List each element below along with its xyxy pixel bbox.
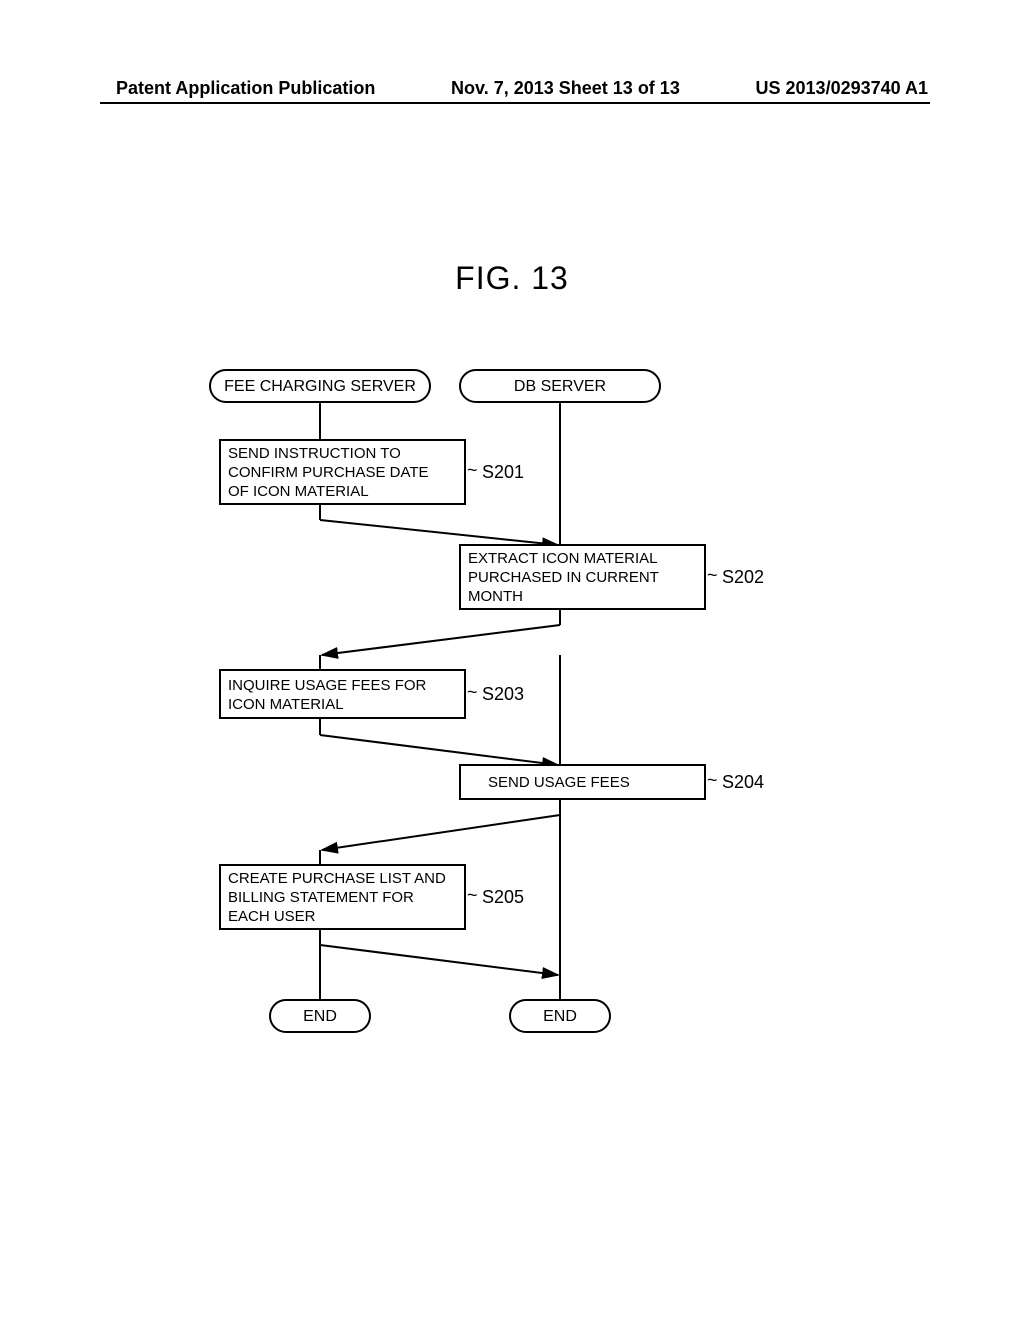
step-s205-line1: CREATE PURCHASE LIST AND: [228, 870, 446, 887]
step-s205-label: S205: [482, 887, 524, 907]
step-s204-line1: SEND USAGE FEES: [488, 774, 630, 791]
header-right: US 2013/0293740 A1: [756, 78, 928, 99]
terminal-db-server-label: DB SERVER: [514, 378, 606, 395]
step-s203-connector: ~: [467, 682, 478, 702]
step-s202-line1: EXTRACT ICON MATERIAL: [468, 550, 657, 567]
step-s205-connector: ~: [467, 885, 478, 905]
step-s201-line1: SEND INSTRUCTION TO: [228, 445, 401, 462]
figure-title: FIG. 13: [0, 260, 1024, 297]
header-left: Patent Application Publication: [116, 78, 375, 99]
patent-page: Patent Application Publication Nov. 7, 2…: [0, 0, 1024, 1320]
page-header: Patent Application Publication Nov. 7, 2…: [0, 78, 1024, 99]
step-s202-line2: PURCHASED IN CURRENT: [468, 569, 659, 586]
step-s203-line1: INQUIRE USAGE FEES FOR: [228, 677, 427, 694]
step-s201-line2: CONFIRM PURCHASE DATE: [228, 464, 429, 481]
step-s205-line3: EACH USER: [228, 908, 316, 925]
step-s204-label: S204: [722, 772, 764, 792]
step-s203-label: S203: [482, 684, 524, 704]
terminal-fee-server-label: FEE CHARGING SERVER: [224, 378, 416, 395]
flowchart: FEE CHARGING SERVER DB SERVER SEND INSTR…: [170, 360, 870, 1100]
step-s202-line3: MONTH: [468, 588, 523, 605]
header-center: Nov. 7, 2013 Sheet 13 of 13: [451, 78, 680, 99]
step-s204-connector: ~: [707, 770, 718, 790]
step-s201-label: S201: [482, 462, 524, 482]
step-s201-line3: OF ICON MATERIAL: [228, 483, 369, 500]
step-s203-line2: ICON MATERIAL: [228, 696, 344, 713]
header-rule: [100, 102, 930, 104]
step-s202-connector: ~: [707, 565, 718, 585]
step-s205-line2: BILLING STATEMENT FOR: [228, 889, 414, 906]
terminal-end-right-label: END: [543, 1008, 577, 1025]
terminal-end-left-label: END: [303, 1008, 337, 1025]
step-s201-connector: ~: [467, 460, 478, 480]
step-s202-label: S202: [722, 567, 764, 587]
